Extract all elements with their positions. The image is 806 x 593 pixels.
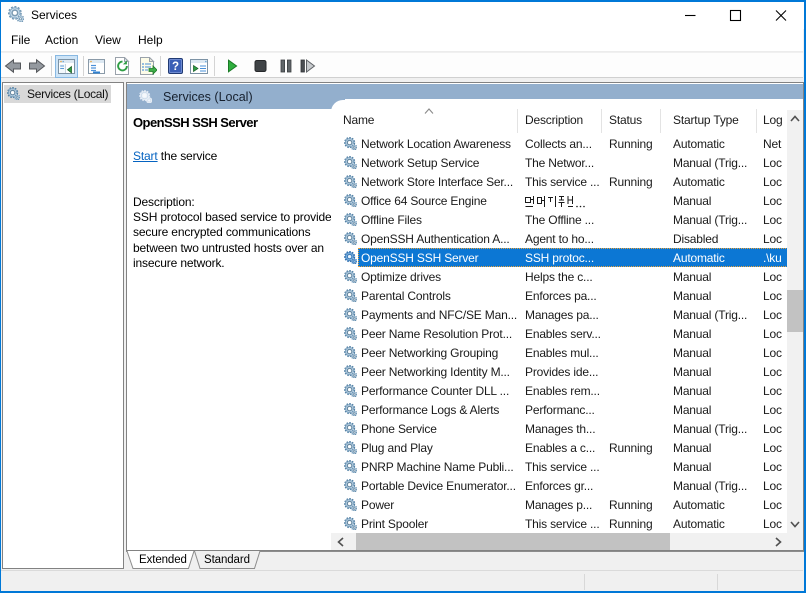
svg-text:?: ? (172, 61, 179, 73)
